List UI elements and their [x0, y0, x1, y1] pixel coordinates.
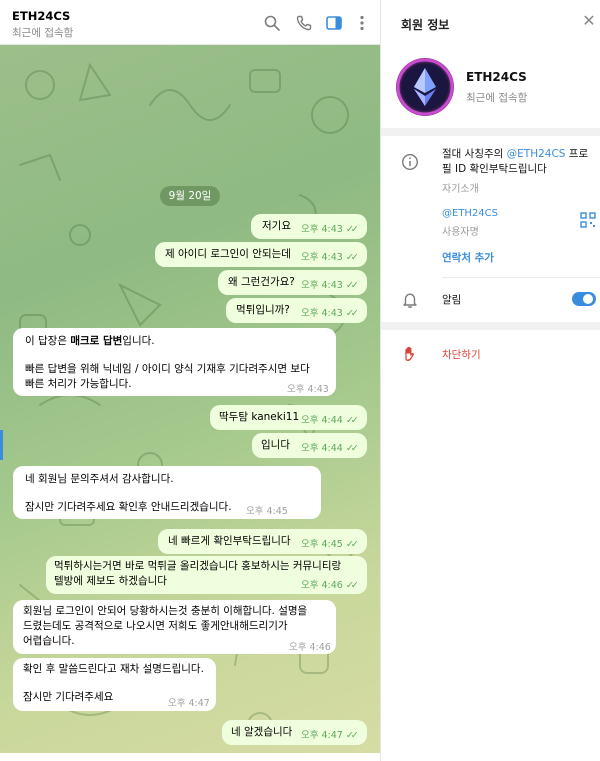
message-outgoing[interactable]: 먹튀입니까? 오후 4:43 ✓✓ — [226, 298, 367, 323]
message-outgoing[interactable]: 네 빠르게 확인부탁드립니다 오후 4:45 ✓✓ — [158, 529, 367, 554]
message-text: 이 답장은 매크로 답변입니다. — [25, 335, 155, 347]
chat-header: ETH24CS 최근에 접속함 — [0, 0, 380, 45]
message-text: 저기요 — [262, 220, 291, 232]
message-time: 오후 4:45 — [246, 506, 288, 517]
message-text-line: 빠른 답변을 위해 닉네임 / 아이디 양식 기재후 기다려주시면 보다 — [25, 363, 310, 375]
avatar[interactable] — [396, 58, 454, 116]
message-text: 네 알겠습니다 — [231, 726, 293, 738]
double-check-icon: ✓✓ — [345, 443, 359, 454]
message-time: 오후 4:47 ✓✓ — [301, 730, 359, 741]
message-time: 오후 4:47 — [168, 698, 210, 709]
double-check-icon: ✓✓ — [345, 730, 359, 741]
username-label: 사용자명 — [442, 227, 479, 238]
panel-title: 회원 정보 — [401, 18, 450, 32]
message-text-line: 확인 후 말씀드린다고 재차 설명드립니다. — [23, 663, 204, 675]
message-text-line: 먹튀하시는거면 바로 먹튀글 올리겠습니다 홍보하시는 커뮤니티랑 — [54, 560, 342, 572]
message-outgoing[interactable]: 제 아이디 로그인이 안되는데 오후 4:43 ✓✓ — [155, 242, 367, 267]
message-outgoing[interactable]: 딱두탐 kaneki11 오후 4:44 ✓✓ — [210, 405, 367, 430]
message-text: 딱두탐 kaneki11 — [219, 411, 300, 423]
double-check-icon: ✓✓ — [345, 308, 359, 319]
message-text: 입니다 — [261, 439, 290, 451]
message-time: 오후 4:44 ✓✓ — [301, 443, 359, 454]
section-divider — [381, 128, 600, 136]
message-text: 네 빠르게 확인부탁드립니다 — [168, 535, 291, 547]
message-text-line: 네 회원님 문의주셔서 감사합니다. — [25, 473, 174, 485]
toggle-knob — [583, 294, 593, 304]
notifications-toggle[interactable] — [572, 292, 596, 306]
double-check-icon: ✓✓ — [345, 252, 359, 263]
bio-label: 자기소개 — [442, 184, 479, 195]
info-icon — [401, 153, 419, 171]
block-hand-icon — [401, 345, 419, 363]
message-text-line: 텔방에 제보도 하겠습니다 — [54, 575, 167, 587]
more-vertical-icon[interactable] — [353, 14, 371, 32]
section-divider — [381, 322, 600, 330]
message-text-line: 잠시만 기다려주세요 — [23, 691, 114, 703]
left-edge-accent — [0, 430, 3, 460]
bio-text: 절대 사칭주의 @ETH24CS 프로필 ID 확인부탁드립니다 — [442, 148, 589, 175]
profile-status: 최근에 접속함 — [466, 92, 528, 104]
date-divider: 9월 20일 — [160, 186, 220, 206]
message-text-line: 어렵습니다. — [23, 635, 75, 647]
message-time: 오후 4:43 ✓✓ — [301, 224, 359, 235]
block-user-button[interactable]: 차단하기 — [442, 347, 481, 362]
message-incoming[interactable]: 네 회원님 문의주셔서 감사합니다. 잠시만 기다려주세요 확인후 안내드리겠습… — [13, 466, 321, 519]
message-time: 오후 4:44 ✓✓ — [301, 415, 359, 426]
bio-username-link[interactable]: @ETH24CS — [507, 148, 566, 160]
search-icon[interactable] — [263, 14, 281, 32]
chat-column: ETH24CS 최근에 접속함 9월 20일 저기요 오후 4:43 ✓✓ 제 … — [0, 0, 380, 761]
message-time: 오후 4:43 ✓✓ — [301, 308, 359, 319]
close-icon[interactable]: ✕ — [581, 13, 597, 29]
message-time: 오후 4:46 ✓✓ — [301, 580, 359, 591]
username-link[interactable]: @ETH24CS — [442, 208, 498, 219]
profile-panel: 회원 정보 ✕ ETH24CS 최근에 접속함 절대 사칭주의 @ETH24CS… — [380, 0, 600, 761]
message-text: 왜 그런건가요? — [228, 276, 295, 288]
message-outgoing[interactable]: 저기요 오후 4:43 ✓✓ — [251, 214, 367, 239]
notifications-label: 알림 — [442, 294, 462, 306]
message-text: 먹튀입니까? — [236, 304, 290, 316]
phone-icon[interactable] — [295, 14, 313, 32]
message-outgoing[interactable]: 왜 그런건가요? 오후 4:43 ✓✓ — [218, 270, 367, 295]
add-contact-button[interactable]: 연락처 추가 — [442, 250, 494, 265]
sidebar-toggle-icon[interactable] — [325, 14, 343, 32]
message-outgoing[interactable]: 입니다 오후 4:44 ✓✓ — [252, 433, 367, 458]
message-outgoing[interactable]: 먹튀하시는거면 바로 먹튀글 올리겠습니다 홍보하시는 커뮤니티랑 텔방에 제보… — [46, 556, 367, 594]
message-text: 제 아이디 로그인이 안되는데 — [165, 248, 291, 260]
double-check-icon: ✓✓ — [345, 415, 359, 426]
double-check-icon: ✓✓ — [345, 539, 359, 550]
message-time: 오후 4:43 — [287, 384, 329, 395]
message-incoming[interactable]: 이 답장은 매크로 답변입니다. 빠른 답변을 위해 닉네임 / 아이디 양식 … — [13, 328, 336, 396]
message-outgoing[interactable]: 네 알겠습니다 오후 4:47 ✓✓ — [222, 720, 367, 745]
chat-title[interactable]: ETH24CS — [12, 9, 70, 23]
chat-bottom-edge — [0, 753, 380, 761]
message-text-line: 드렸는데도 공격적으로 나오시면 저희도 좋게안내해드리기가 — [23, 620, 288, 632]
message-text-line: 빠른 처리가 가능합니다. — [25, 378, 132, 390]
message-incoming[interactable]: 회원님 로그인이 안되어 당황하시는것 충분히 이해합니다. 설명을 드렸는데도… — [13, 600, 336, 654]
message-incoming[interactable]: 확인 후 말씀드린다고 재차 설명드립니다. 잠시만 기다려주세요 오후 4:4… — [13, 658, 216, 711]
message-text-line: 회원님 로그인이 안되어 당황하시는것 충분히 이해합니다. 설명을 — [23, 605, 308, 617]
double-check-icon: ✓✓ — [345, 580, 359, 591]
message-time: 오후 4:46 — [289, 642, 331, 653]
message-time: 오후 4:45 ✓✓ — [301, 539, 359, 550]
message-time: 오후 4:43 ✓✓ — [301, 280, 359, 291]
inner-divider — [442, 277, 600, 278]
qr-code-icon[interactable] — [580, 212, 598, 230]
double-check-icon: ✓✓ — [345, 280, 359, 291]
bell-icon — [401, 291, 419, 309]
message-time: 오후 4:43 ✓✓ — [301, 252, 359, 263]
message-text-line: 잠시만 기다려주세요 확인후 안내드리겠습니다. — [25, 501, 232, 513]
chat-status: 최근에 접속함 — [12, 27, 74, 39]
profile-name: ETH24CS — [466, 70, 527, 84]
double-check-icon: ✓✓ — [345, 224, 359, 235]
